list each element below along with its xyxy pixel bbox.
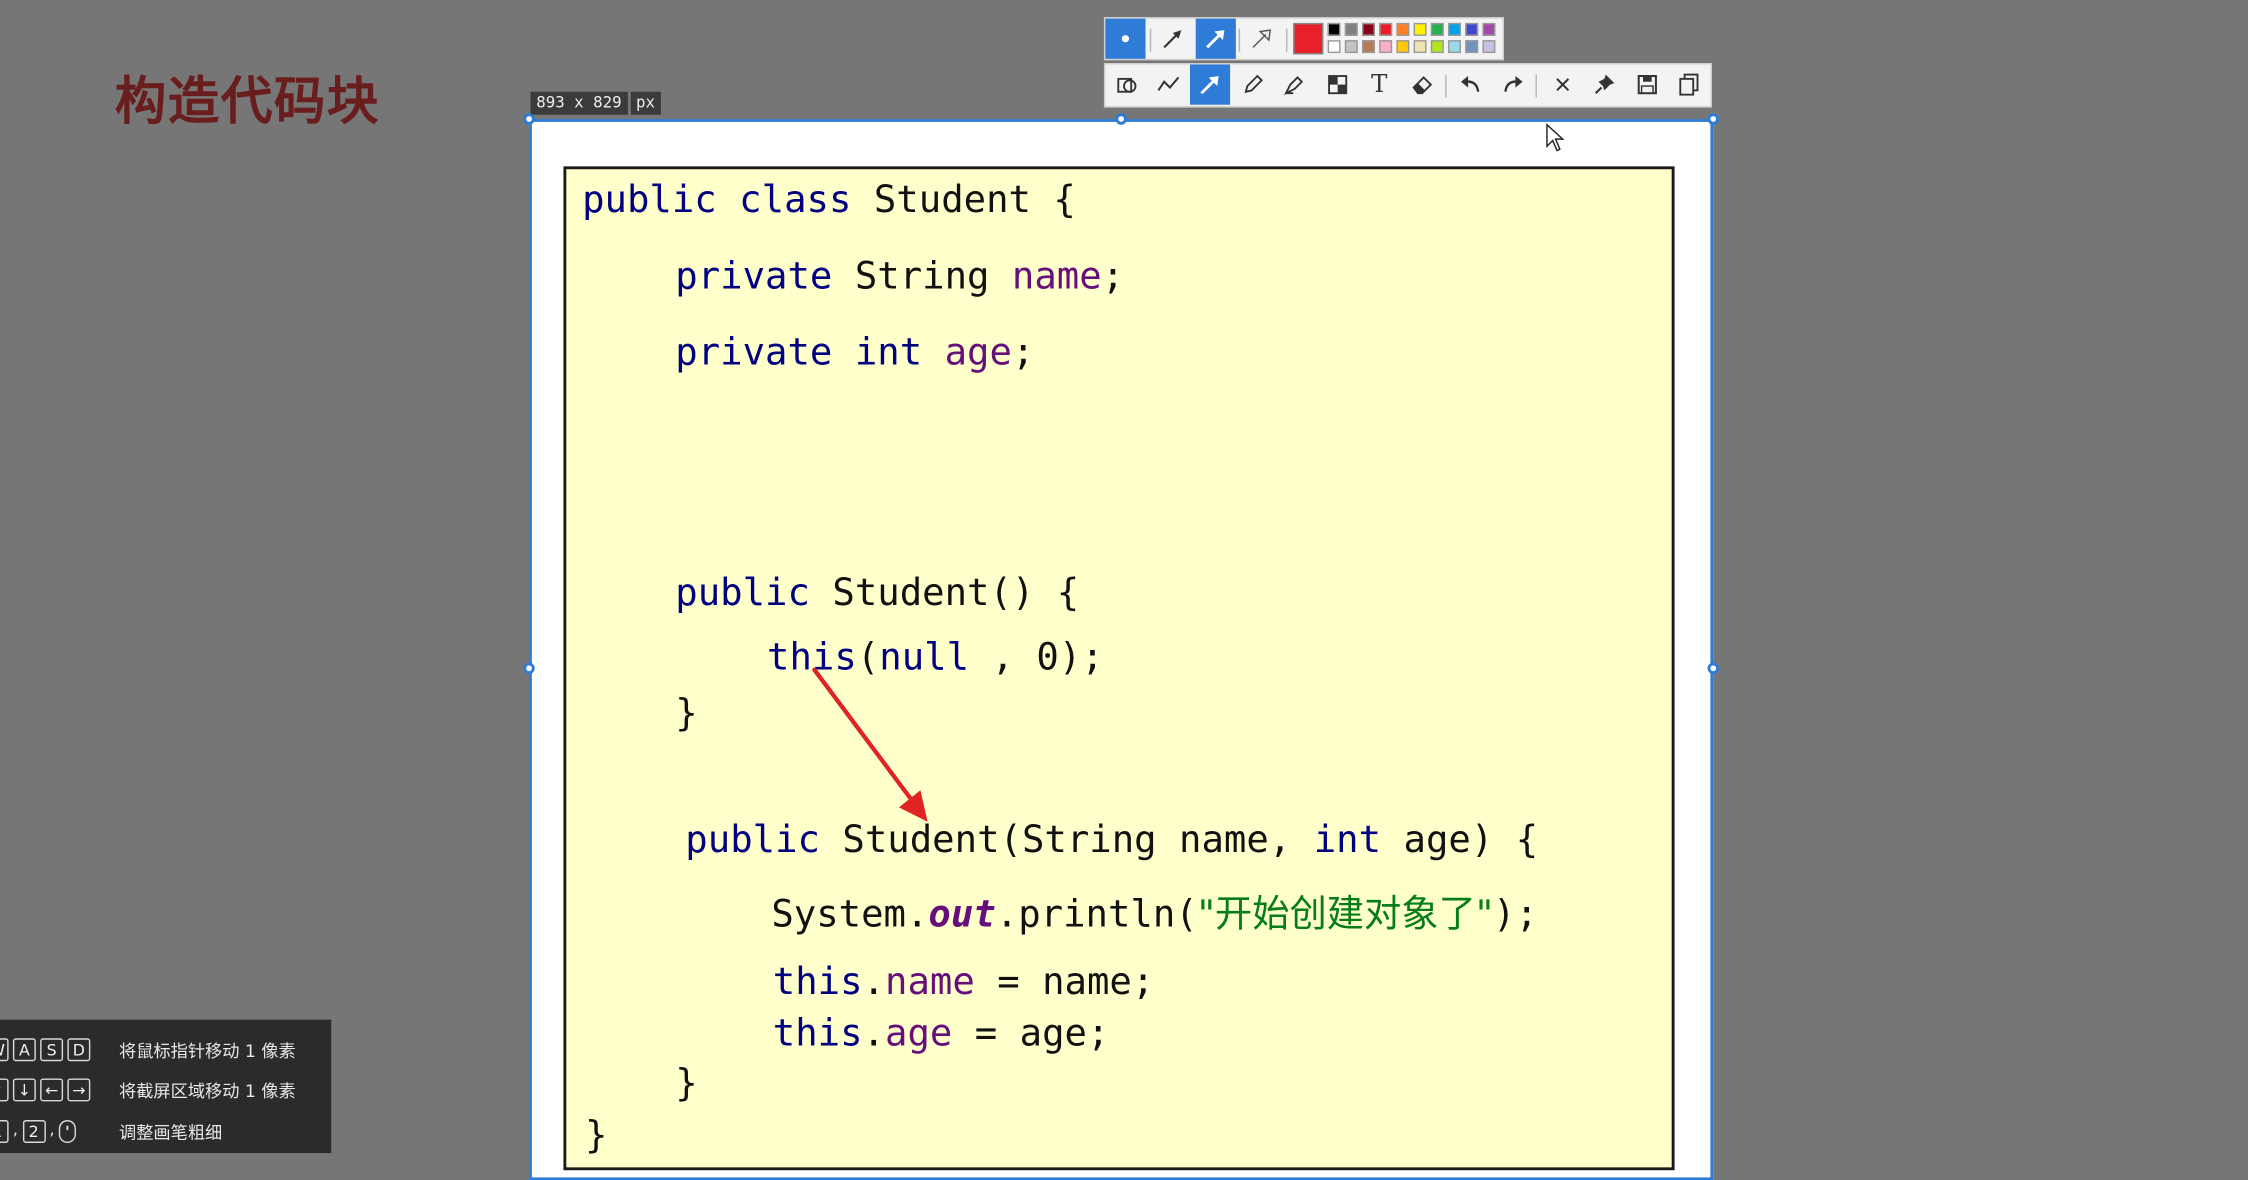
pin-icon[interactable] <box>1584 65 1624 105</box>
color-swatch[interactable] <box>1448 22 1461 36</box>
key-cap: D <box>67 1038 91 1062</box>
color-swatch[interactable] <box>1465 22 1479 36</box>
color-swatch[interactable] <box>1413 40 1427 54</box>
help-keys: ↑↓←→ <box>0 1078 95 1102</box>
help-keys: 1,2, <box>0 1120 80 1143</box>
color-swatch[interactable] <box>1327 40 1341 54</box>
arrow-thin-icon[interactable] <box>1153 19 1193 59</box>
key-cap: → <box>67 1078 91 1102</box>
key-cap: 1 <box>0 1120 9 1143</box>
selected-color-swatch[interactable] <box>1293 22 1324 55</box>
color-swatch[interactable] <box>1430 40 1444 54</box>
red-arrow-annotation <box>812 667 928 822</box>
color-swatch[interactable] <box>1413 22 1427 36</box>
help-text: 将鼠标指针移动 1 像素 <box>118 1040 296 1061</box>
color-swatch[interactable] <box>1430 22 1444 36</box>
undo-icon[interactable] <box>1451 65 1491 105</box>
key-cap: ↓ <box>12 1078 36 1102</box>
dot-size-small-icon[interactable] <box>1105 18 1146 59</box>
toolbar-separator <box>1445 74 1447 98</box>
color-swatch[interactable] <box>1396 40 1410 54</box>
key-cap: A <box>12 1038 36 1062</box>
color-swatch[interactable] <box>1465 40 1479 54</box>
arrow-outline-icon[interactable] <box>1242 19 1282 59</box>
color-swatch[interactable] <box>1396 22 1410 36</box>
key-cap: ↑ <box>0 1078 9 1102</box>
copy-icon[interactable] <box>1669 65 1709 105</box>
marker-tool-icon[interactable] <box>1275 65 1315 105</box>
help-row-brush-size: 1,2, 调整画笔粗细 <box>0 1119 222 1145</box>
key-separator: , <box>12 1120 18 1139</box>
color-swatch[interactable] <box>1327 22 1341 36</box>
key-cap: ← <box>40 1078 64 1102</box>
toolbar-options-row <box>1103 17 1504 61</box>
arrow-tool-icon[interactable] <box>1189 64 1231 105</box>
color-swatch[interactable] <box>1448 40 1461 54</box>
help-text: 调整画笔粗细 <box>118 1122 223 1143</box>
color-swatch[interactable] <box>1362 22 1375 36</box>
keyboard-help-panel: WASD 将鼠标指针移动 1 像素 ↑↓←→ 将截屏区域移动 1 像素 1,2,… <box>0 1019 332 1154</box>
pen-tool-icon[interactable] <box>1233 65 1273 105</box>
color-swatch[interactable] <box>1482 22 1496 36</box>
mosaic-tool-icon[interactable] <box>1318 65 1358 105</box>
color-swatch[interactable] <box>1379 40 1393 54</box>
toolbar-tools-row: T <box>1103 63 1712 108</box>
help-keys: WASD <box>0 1038 95 1062</box>
color-swatch[interactable] <box>1344 22 1358 36</box>
eraser-tool-icon[interactable] <box>1402 65 1442 105</box>
color-swatch[interactable] <box>1482 40 1496 54</box>
toolbar-separator <box>1149 28 1152 52</box>
help-text: 将截屏区域移动 1 像素 <box>118 1080 296 1101</box>
toolbar-separator <box>1238 28 1241 52</box>
help-row-move-area: ↑↓←→ 将截屏区域移动 1 像素 <box>0 1077 296 1103</box>
toolbar-separator <box>1535 74 1537 98</box>
text-tool-icon[interactable]: T <box>1359 65 1399 105</box>
redo-icon[interactable] <box>1492 65 1532 105</box>
mouse-pointer-icon <box>1546 123 1565 152</box>
mouse-wheel-icon <box>58 1120 76 1143</box>
save-icon[interactable] <box>1627 65 1667 105</box>
key-cap: 2 <box>22 1120 46 1143</box>
shape-tool-icon[interactable] <box>1107 65 1147 105</box>
help-row-move-cursor: WASD 将鼠标指针移动 1 像素 <box>0 1037 296 1063</box>
key-separator: , <box>49 1120 55 1139</box>
toolbar-separator <box>1286 28 1288 52</box>
key-cap: W <box>0 1038 9 1062</box>
line-tool-icon[interactable] <box>1148 65 1188 105</box>
color-swatch[interactable] <box>1344 40 1358 54</box>
arrow-filled-icon[interactable] <box>1195 18 1236 59</box>
key-cap: S <box>40 1038 64 1062</box>
color-swatch[interactable] <box>1362 40 1375 54</box>
color-swatch[interactable] <box>1379 22 1393 36</box>
close-icon[interactable] <box>1543 65 1583 105</box>
